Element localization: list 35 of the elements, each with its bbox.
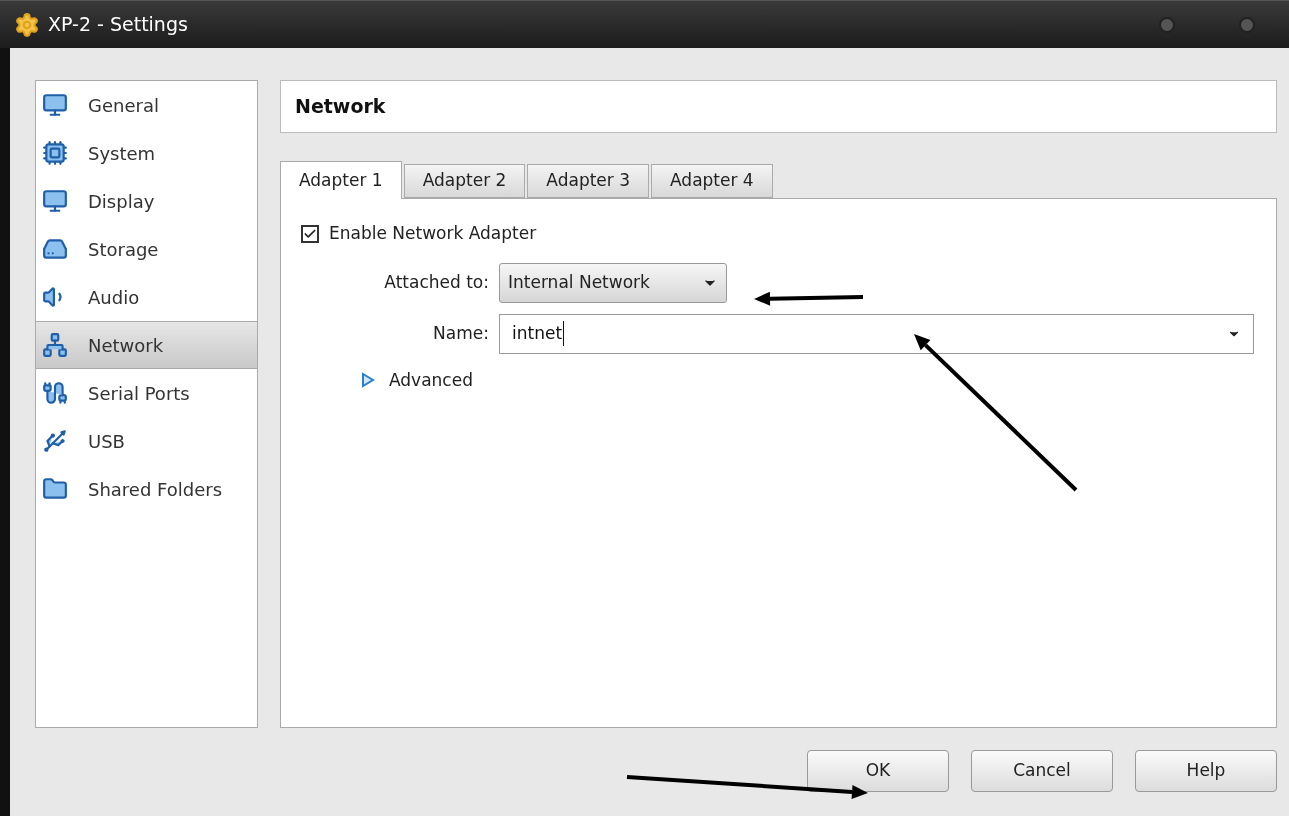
dialog-button[interactable]: OK: [807, 750, 949, 792]
sidebar-item[interactable]: USB: [36, 417, 257, 465]
sidebar-item[interactable]: Serial Ports: [36, 369, 257, 417]
checkbox[interactable]: [301, 224, 319, 243]
network-icon: [42, 332, 68, 358]
sidebar-item[interactable]: Display: [36, 177, 257, 225]
sidebar-item[interactable]: Audio: [36, 273, 257, 321]
tab[interactable]: Adapter 3: [527, 164, 649, 198]
tab[interactable]: Adapter 2: [403, 164, 526, 198]
sidebar-item[interactable]: General: [36, 81, 257, 129]
page-title: Network: [295, 94, 386, 120]
checkbox-label: Enable Network Adapter: [329, 222, 537, 245]
field-label: Name:: [432, 321, 490, 345]
cable-icon: [42, 380, 68, 406]
attached-to-dropdown[interactable]: Internal Network: [499, 262, 727, 303]
window-control[interactable]: [1159, 16, 1175, 33]
advanced-toggle[interactable]: Advanced: [361, 367, 1254, 393]
window-control[interactable]: [1239, 16, 1255, 33]
usb-icon: [42, 428, 68, 454]
sidebar-item[interactable]: Shared Folders: [36, 465, 257, 513]
dialog-button[interactable]: Cancel: [971, 750, 1113, 792]
monitor-icon: [42, 92, 68, 118]
folder-icon: [42, 476, 68, 502]
gear-icon: [14, 11, 40, 38]
sidebar-item[interactable]: System: [36, 129, 257, 177]
name-combobox[interactable]: intnet: [499, 313, 1254, 354]
chip-icon: [42, 140, 68, 166]
sidebar-item[interactable]: Network: [36, 321, 257, 369]
tab[interactable]: Adapter 4: [651, 164, 773, 198]
field-label: Attached to:: [383, 270, 490, 294]
dialog-button[interactable]: Help: [1135, 750, 1277, 792]
window-title: XP-2 - Settings: [48, 12, 188, 38]
monitor-icon: [42, 188, 68, 214]
sidebar-item[interactable]: Storage: [36, 225, 257, 273]
tab[interactable]: Adapter 1: [280, 161, 402, 199]
